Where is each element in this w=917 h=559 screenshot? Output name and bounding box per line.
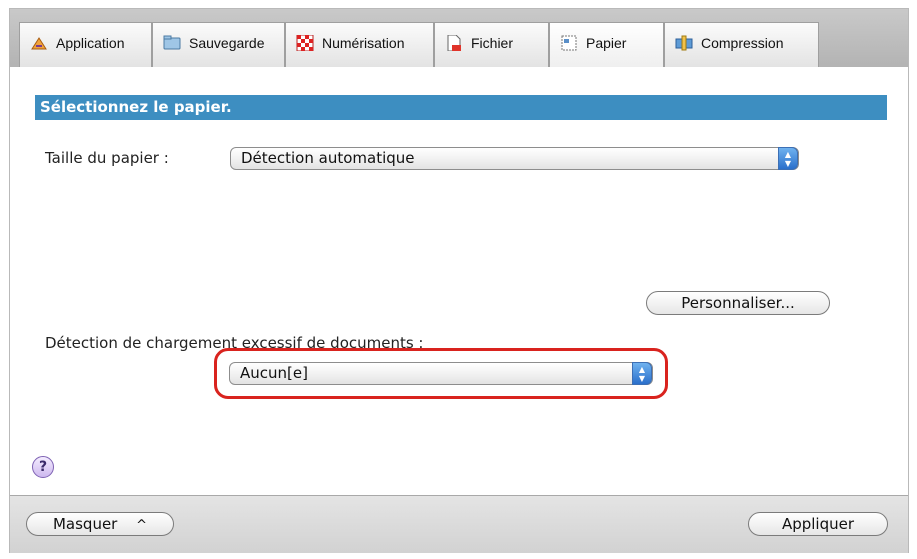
- select-stepper-icon: ▲ ▼: [778, 147, 798, 170]
- paper-icon: [560, 35, 578, 51]
- apply-button[interactable]: Appliquer: [748, 512, 888, 536]
- bottom-bar: Masquer ^ Appliquer: [10, 495, 908, 553]
- save-folder-icon: [163, 35, 181, 51]
- paper-settings-panel: Sélectionnez le papier. Taille du papier…: [10, 67, 908, 495]
- tab-numerisation-label: Numérisation: [322, 35, 405, 51]
- customize-button[interactable]: Personnaliser...: [646, 291, 830, 315]
- scan-icon: [296, 34, 314, 52]
- chevron-up-icon: ^: [136, 518, 148, 533]
- hide-button-label: Masquer: [52, 515, 118, 533]
- tab-numerisation[interactable]: Numérisation: [285, 22, 434, 67]
- application-icon: [30, 35, 48, 51]
- tab-papier[interactable]: Papier: [549, 22, 664, 67]
- tab-compression[interactable]: Compression: [664, 22, 819, 67]
- compression-icon: [675, 35, 693, 51]
- paper-size-label: Taille du papier :: [45, 149, 169, 167]
- tab-application[interactable]: Application: [19, 22, 152, 67]
- tab-fichier[interactable]: Fichier: [434, 22, 549, 67]
- multifeed-select[interactable]: Aucun[e] ▲ ▼: [229, 362, 653, 385]
- file-icon: [445, 34, 463, 52]
- tab-sauvegarde[interactable]: Sauvegarde: [152, 22, 285, 67]
- tab-papier-label: Papier: [586, 35, 627, 51]
- select-stepper-icon: ▲ ▼: [632, 362, 652, 385]
- tab-sauvegarde-label: Sauvegarde: [189, 35, 265, 51]
- tab-application-label: Application: [56, 35, 125, 51]
- paper-size-value: Détection automatique: [241, 149, 415, 167]
- multifeed-value: Aucun[e]: [240, 364, 308, 382]
- tab-compression-label: Compression: [701, 35, 784, 51]
- tab-bar: Application Sauvegarde Numérisation Fich…: [10, 9, 908, 68]
- tab-fichier-label: Fichier: [471, 35, 514, 51]
- help-icon[interactable]: ?: [32, 456, 54, 478]
- section-header: Sélectionnez le papier.: [35, 95, 887, 120]
- hide-button[interactable]: Masquer ^: [26, 512, 174, 536]
- paper-size-select[interactable]: Détection automatique ▲ ▼: [230, 147, 799, 170]
- scan-settings-window: Application Sauvegarde Numérisation Fich…: [9, 8, 909, 553]
